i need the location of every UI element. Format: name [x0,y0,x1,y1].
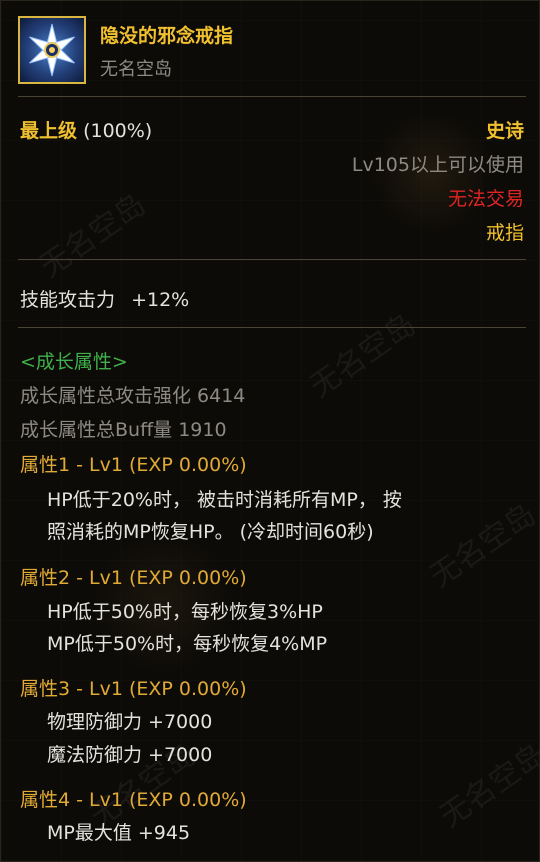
attribute-2-title: 属性2 - Lv1 (EXP 0.00%) [20,567,247,589]
attribute-2-line-2: MP低于50%时，每秒恢复4%MP [47,633,328,655]
growth-buff-total: 成长属性总Buff量 1910 [20,419,227,441]
rarity-label: 史诗 [485,120,524,142]
grade-percent: (100%) [83,120,153,142]
divider [18,96,526,97]
skill-attack-stat: 技能攻击力 +12% [20,285,189,312]
attribute-1-title: 属性1 - Lv1 (EXP 0.00%) [20,454,247,476]
divider [18,259,526,260]
watermark: 无名空岛 [433,737,540,835]
attribute-1-line-2: 照消耗的MP恢复HP。 (冷却时间60秒) [47,521,374,543]
item-origin: 无名空岛 [100,59,172,80]
watermark: 无名空岛 [33,187,153,285]
item-tooltip-panel: 无名空岛 无名空岛 无名空岛 无名空岛 无名空岛 隐没的邪念戒指 无名空岛 最上… [0,0,540,862]
attribute-3-title: 属性3 - Lv1 (EXP 0.00%) [20,678,247,700]
stat-name: 技能攻击力 [20,289,116,311]
attribute-4-title: 属性4 - Lv1 (EXP 0.00%) [20,789,247,811]
trade-status: 无法交易 [447,188,524,210]
attribute-1-line-1: HP低于20%时， 被击时消耗所有MP， 按 [47,489,402,511]
attribute-2-line-1: HP低于50%时，每秒恢复3%HP [47,601,323,623]
item-slot: 戒指 [485,222,524,244]
growth-header: <成长属性> [20,351,128,373]
item-name: 隐没的邪念戒指 [100,25,234,47]
attribute-3-line-1: 物理防御力 +7000 [47,711,213,733]
watermark: 无名空岛 [423,497,540,595]
watermark: 无名空岛 [303,307,423,405]
level-requirement: Lv105以上可以使用 [351,154,524,176]
attribute-3-line-2: 魔法防御力 +7000 [47,744,213,766]
divider [18,327,526,328]
item-icon-art [29,23,75,77]
grade-label: 最上级 [20,120,78,142]
stat-value: +12% [131,289,190,311]
growth-attack-total: 成长属性总攻击强化 6414 [20,385,246,407]
attribute-4-line-1: MP最大值 +945 [47,822,191,844]
grade-row: 最上级 (100%) [20,116,152,143]
star-flower-ring-icon [18,16,86,84]
